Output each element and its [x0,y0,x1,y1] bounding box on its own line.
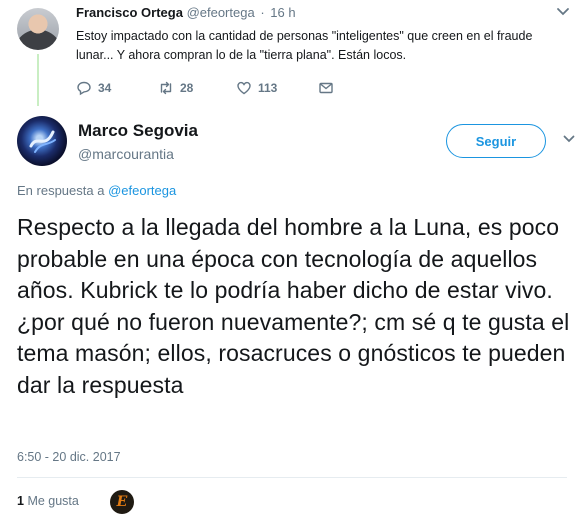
divider [17,477,567,478]
reply-action[interactable]: 34 [76,80,111,96]
reply-prefix: En respuesta a [17,183,105,198]
like-action[interactable]: 113 [236,80,277,96]
likes-label: Me gusta [27,494,79,508]
likes-summary[interactable]: 1 Me gusta [17,494,79,508]
tweet-timestamp[interactable]: 6:50 - 20 dic. 2017 [17,450,121,464]
retweet-action[interactable]: 28 [158,80,193,96]
like-total: 1 [17,494,24,508]
like-count: 113 [258,81,278,95]
parent-author-name[interactable]: Francisco Ortega [76,5,183,20]
author-avatar[interactable] [17,116,67,166]
mail-icon [319,82,333,94]
parent-tweet-time[interactable]: 16 h [270,5,295,20]
thread-connector-line [37,54,39,106]
message-action[interactable] [318,80,334,96]
follow-button[interactable]: Seguir [446,124,546,158]
liker-initial: E [116,494,128,510]
avatar-art-icon [29,130,56,153]
chevron-down-icon[interactable] [556,7,570,17]
reply-count: 34 [98,81,112,95]
parent-tweet-header: Francisco Ortega @efeortega · 16 h [76,5,296,20]
retweet-count: 28 [180,81,194,95]
reply-context: En respuesta a @efeortega [17,183,176,198]
reply-icon [77,81,91,96]
reply-to-link[interactable]: @efeortega [108,183,176,198]
parent-avatar[interactable] [17,8,59,50]
chevron-down-icon[interactable] [563,135,575,143]
author-name[interactable]: Marco Segovia [78,121,198,141]
retweet-icon [160,81,172,95]
parent-tweet: Francisco Ortega @efeortega · 16 h Estoy… [0,0,584,110]
liker-avatar[interactable]: E [110,490,134,514]
parent-tweet-text: Estoy impactado con la cantidad de perso… [76,29,533,62]
separator-dot: · [260,5,265,20]
tweet-text: Respecto a la llegada del hombre a la Lu… [17,214,570,398]
heart-icon [237,81,251,95]
author-handle[interactable]: @marcourantia [78,146,174,162]
parent-author-handle[interactable]: @efeortega [187,5,255,20]
